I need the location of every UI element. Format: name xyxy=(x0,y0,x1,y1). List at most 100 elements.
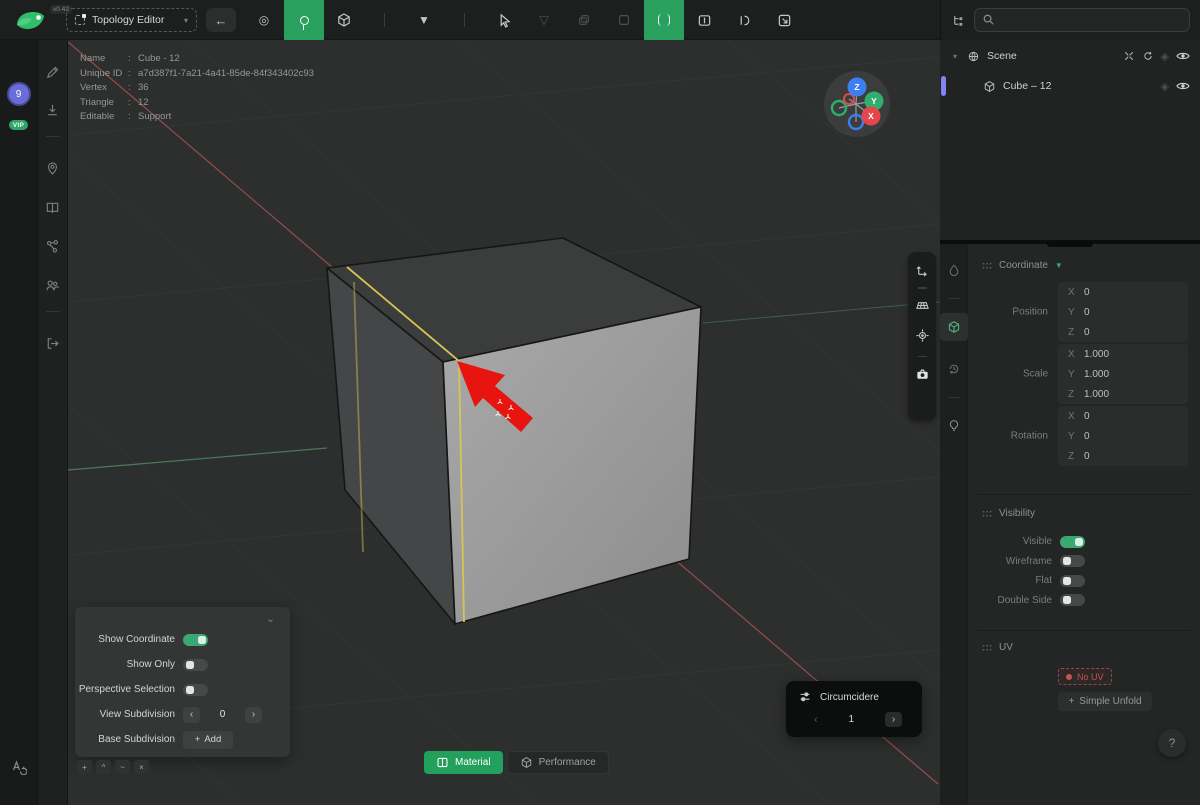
selection-frame-icon xyxy=(75,15,85,25)
hierarchy-icon[interactable] xyxy=(951,13,966,28)
logout-icon[interactable] xyxy=(39,329,67,357)
diamond-icon[interactable]: ◈ xyxy=(1161,80,1169,93)
scene-root-row[interactable]: ▾ Scene ◈ xyxy=(940,44,1200,68)
flat-toggle[interactable] xyxy=(1060,575,1085,587)
bracket-curve-button[interactable] xyxy=(724,0,764,40)
vertex-mode-button[interactable]: ◎ xyxy=(244,0,284,40)
mini-close-button[interactable]: × xyxy=(134,760,149,774)
visible-toggle[interactable] xyxy=(1060,536,1085,548)
search-input[interactable] xyxy=(974,8,1190,32)
no-uv-badge: No UV xyxy=(1058,668,1112,685)
info-row: Name:Cube - 12 xyxy=(80,52,314,67)
subdivision-value: 0 xyxy=(200,709,245,720)
rotation-x-field[interactable]: X0 xyxy=(1058,406,1188,426)
frame-tool-button[interactable] xyxy=(604,0,644,40)
collapse-chevron-icon[interactable]: › xyxy=(265,619,276,622)
help-button[interactable]: ? xyxy=(1158,729,1186,757)
face-mode-button[interactable]: ▼ xyxy=(404,0,444,40)
strip-divider xyxy=(948,298,960,299)
eye-visibility-icon[interactable] xyxy=(1176,51,1190,61)
refresh-icon[interactable] xyxy=(1142,50,1154,62)
pin-handle-icon xyxy=(300,16,309,25)
account-sidebar: 9 VIP xyxy=(0,40,38,805)
scale-z-field[interactable]: Z1.000 xyxy=(1058,384,1188,404)
pen-tool-icon[interactable] xyxy=(39,58,67,86)
export-view-button[interactable] xyxy=(764,0,804,40)
y-axis-line-far xyxy=(703,302,940,323)
perspective-selection-toggle[interactable] xyxy=(183,684,208,696)
brackets-tool-button[interactable] xyxy=(644,0,684,40)
gizmo-z-label: Z xyxy=(854,82,859,92)
select-tool-button[interactable] xyxy=(484,0,524,40)
mini-wave-button[interactable]: ~ xyxy=(115,760,130,774)
circle-dot-icon: ◎ xyxy=(259,13,269,27)
double-side-toggle[interactable] xyxy=(1060,594,1085,606)
people-icon[interactable] xyxy=(39,271,67,299)
camera-icon[interactable] xyxy=(910,362,934,386)
position-z-field[interactable]: Z0 xyxy=(1058,322,1188,342)
dropdown-triangle-icon[interactable]: ▼ xyxy=(1055,261,1063,270)
node-graph-icon[interactable] xyxy=(39,232,67,260)
topology-tool-panel: › Show Coordinate Show Only Perspective … xyxy=(75,607,290,757)
app-logo-icon[interactable] xyxy=(14,6,48,34)
plus-icon: + xyxy=(195,734,201,745)
position-x-field[interactable]: X0 xyxy=(1058,282,1188,302)
app-window: v0.42 Topology Editor ▾ ← ◎ ▼ ▽ xyxy=(0,0,1200,805)
mini-add-button[interactable]: + xyxy=(77,760,92,774)
download-icon[interactable] xyxy=(39,96,67,124)
uv-header[interactable]: UV xyxy=(968,642,1200,653)
subdivision-decrement-button[interactable]: ‹ xyxy=(183,707,200,723)
scene-item-cube[interactable]: Cube – 12 ◈ xyxy=(940,74,1200,98)
mini-collapse-button[interactable]: ^ xyxy=(96,760,111,774)
gizmo-y-label: Y xyxy=(871,96,877,106)
rotation-y-field[interactable]: Y0 xyxy=(1058,426,1188,446)
coordinate-header[interactable]: Coordinate ▼ xyxy=(968,260,1200,271)
scale-x-field[interactable]: X1.000 xyxy=(1058,344,1188,364)
split-view-button[interactable] xyxy=(684,0,724,40)
tab-performance[interactable]: Performance xyxy=(507,751,609,774)
scrollbar[interactable] xyxy=(1047,241,1093,247)
chevron-down-icon[interactable]: ▾ xyxy=(950,52,960,61)
visibility-header[interactable]: Visibility xyxy=(968,508,1200,519)
show-only-toggle[interactable] xyxy=(183,659,208,671)
book-icon[interactable] xyxy=(39,193,67,221)
move-axis-icon[interactable] xyxy=(910,258,934,282)
eye-visibility-icon[interactable] xyxy=(1176,81,1190,91)
square-icon xyxy=(617,13,631,27)
object-info-panel: Name:Cube - 12 Unique ID:a7d387f1-7a21-4… xyxy=(80,52,314,125)
orientation-gizmo[interactable]: Z Y X xyxy=(824,71,890,137)
location-pin-icon[interactable] xyxy=(39,154,67,182)
circumcidere-increment[interactable]: › xyxy=(885,712,902,727)
cube-mesh xyxy=(327,238,701,624)
collapse-all-icon[interactable] xyxy=(1123,50,1135,62)
wireframe-toggle[interactable] xyxy=(1060,555,1085,567)
show-coordinate-toggle[interactable] xyxy=(183,634,208,646)
viewport-3d[interactable]: Z Y X Name:Cube - 12 Unique ID:a7d387f1-… xyxy=(68,40,940,805)
filter-tool-button[interactable]: ▽ xyxy=(524,0,564,40)
material-drop-icon[interactable] xyxy=(940,256,968,284)
copy-icon xyxy=(577,13,591,27)
tab-material[interactable]: Material xyxy=(424,751,503,774)
flat-row: Flat xyxy=(968,571,1200,591)
copy-tool-button[interactable] xyxy=(564,0,604,40)
tools-rail xyxy=(38,40,68,805)
locate-target-icon[interactable] xyxy=(910,324,934,348)
scale-y-field[interactable]: Y1.000 xyxy=(1058,364,1188,384)
grid-plane-icon[interactable] xyxy=(910,294,934,318)
cube-front-face xyxy=(443,307,701,624)
vip-badge: VIP xyxy=(9,120,28,130)
back-button[interactable]: ← xyxy=(206,8,236,32)
simple-unfold-button[interactable]: + Simple Unfold xyxy=(1058,692,1152,711)
translate-icon[interactable] xyxy=(11,759,27,775)
add-subdivision-button[interactable]: + Add xyxy=(183,731,233,749)
chevron-down-icon: ▾ xyxy=(184,16,188,25)
position-y-field[interactable]: Y0 xyxy=(1058,302,1188,322)
avatar[interactable]: 9 xyxy=(7,82,31,106)
mesh-mode-button[interactable] xyxy=(324,0,364,40)
mode-dropdown-label: Topology Editor xyxy=(92,14,164,26)
mode-dropdown[interactable]: Topology Editor ▾ xyxy=(66,8,197,32)
rotation-z-field[interactable]: Z0 xyxy=(1058,446,1188,466)
edge-mode-button[interactable] xyxy=(284,0,324,40)
diamond-icon[interactable]: ◈ xyxy=(1161,50,1169,63)
subdivision-increment-button[interactable]: › xyxy=(245,707,262,723)
